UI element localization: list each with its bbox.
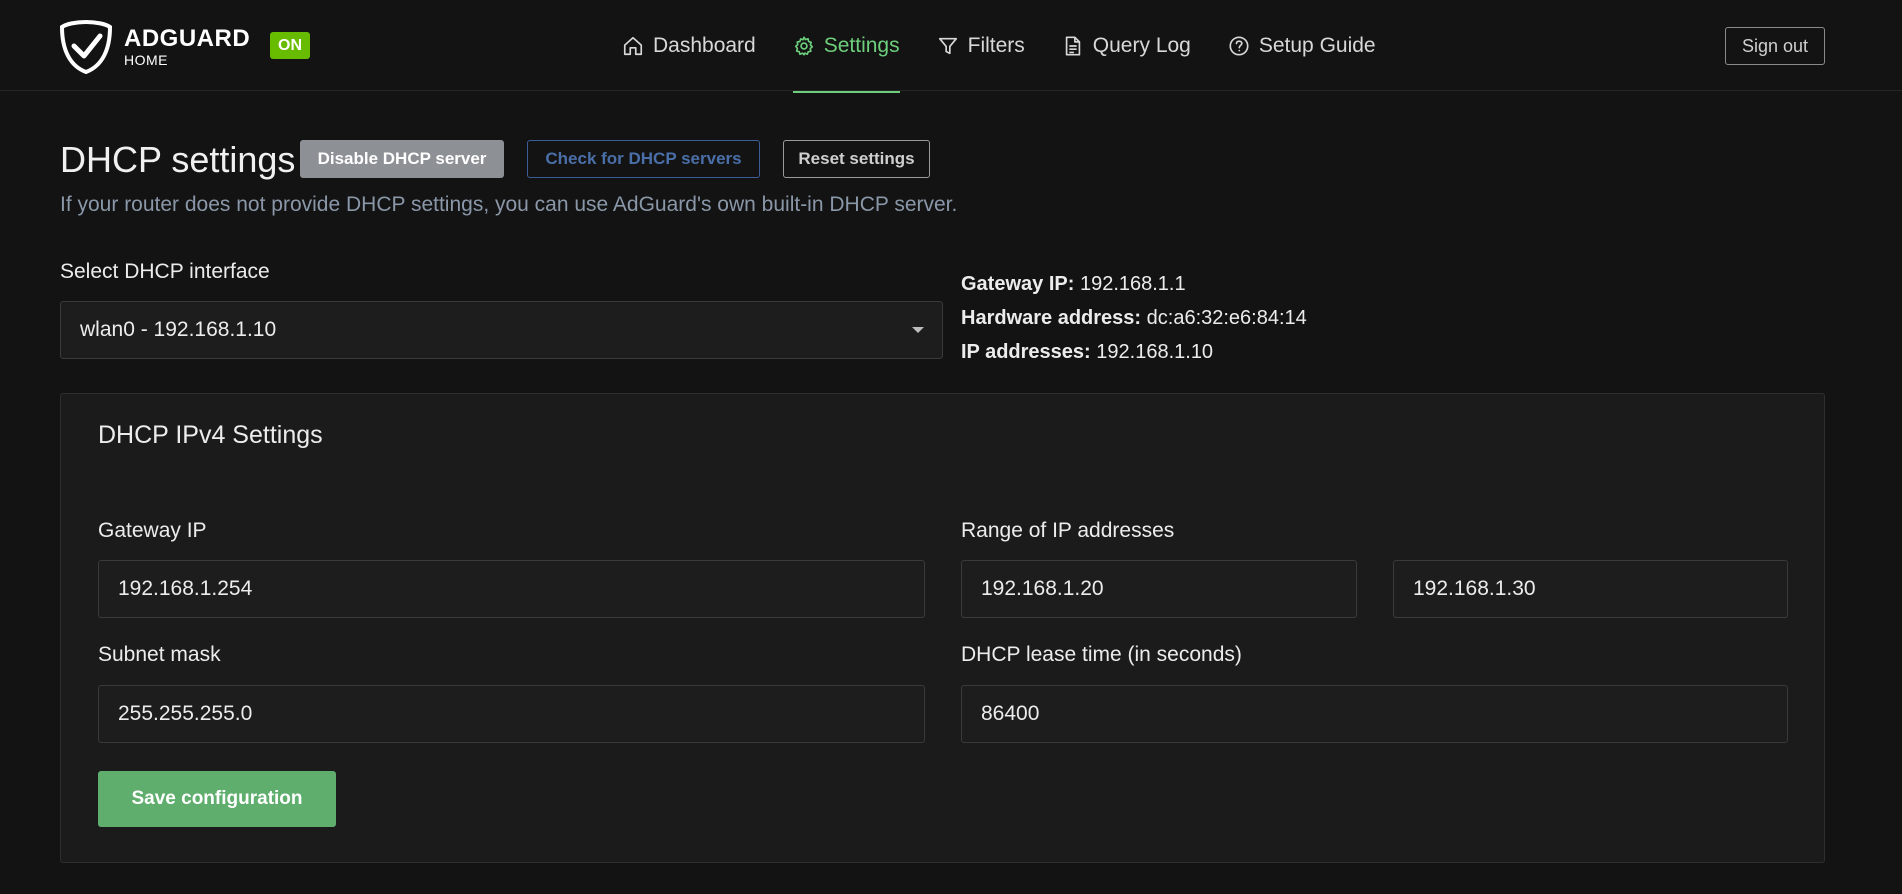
nav-filters[interactable]: Filters (937, 28, 1025, 64)
protection-status-badge: ON (270, 32, 310, 59)
nav-filters-label: Filters (967, 34, 1025, 57)
subnet-mask-input[interactable] (98, 685, 925, 743)
ip-addresses-info: IP addresses: 192.168.1.10 (961, 341, 1213, 364)
brand: ADGUARD HOME (124, 25, 251, 69)
nav-setup-guide[interactable]: Setup Guide (1228, 28, 1376, 64)
nav-settings-label: Settings (823, 34, 900, 57)
hardware-info-value: dc:a6:32:e6:84:14 (1146, 307, 1307, 329)
gear-icon (794, 36, 813, 56)
top-header: ADGUARD HOME ON Dashboard Settings Filte… (0, 0, 1902, 93)
page-title: DHCP settings (60, 139, 296, 180)
gateway-info: Gateway IP: 192.168.1.1 (961, 273, 1186, 296)
hardware-info-label: Hardware address: (961, 307, 1142, 329)
interface-select-label: Select DHCP interface (60, 260, 270, 283)
gateway-info-value: 192.168.1.1 (1079, 273, 1186, 295)
nav-dashboard-label: Dashboard (653, 34, 756, 57)
lease-time-label: DHCP lease time (in seconds) (961, 643, 1242, 666)
interface-select[interactable]: wlan0 - 192.168.1.10 (60, 301, 943, 359)
reset-settings-button[interactable]: Reset settings (783, 140, 930, 178)
ipv4-settings-title: DHCP IPv4 Settings (98, 421, 323, 449)
filter-icon (938, 37, 957, 55)
gateway-info-label: Gateway IP: (961, 273, 1075, 295)
range-start-input[interactable] (961, 560, 1357, 618)
check-dhcp-servers-button[interactable]: Check for DHCP servers (527, 140, 760, 178)
gateway-ip-label: Gateway IP (98, 519, 207, 542)
hardware-info: Hardware address: dc:a6:32:e6:84:14 (961, 307, 1307, 330)
home-icon (623, 36, 643, 56)
nav-setup-guide-label: Setup Guide (1258, 34, 1376, 57)
nav-query-log-label: Query Log (1092, 34, 1191, 57)
nav-dashboard[interactable]: Dashboard (622, 28, 756, 64)
interface-select-value: wlan0 - 192.168.1.10 (80, 318, 277, 341)
main-nav: Dashboard Settings Filters Query Log Set… (622, 28, 1413, 93)
disable-dhcp-button[interactable]: Disable DHCP server (300, 140, 504, 178)
ip-addresses-info-value: 192.168.1.10 (1096, 341, 1214, 363)
ip-addresses-info-label: IP addresses: (961, 341, 1091, 363)
nav-query-log[interactable]: Query Log (1062, 28, 1191, 64)
page-subtitle: If your router does not provide DHCP set… (60, 193, 958, 216)
help-circle-icon (1229, 36, 1249, 56)
lease-time-input[interactable] (961, 685, 1788, 743)
sign-out-button[interactable]: Sign out (1725, 27, 1825, 65)
ip-range-label: Range of IP addresses (961, 519, 1175, 542)
chevron-down-icon (912, 327, 924, 333)
document-icon (1065, 36, 1081, 56)
brand-subtitle: HOME (124, 52, 168, 68)
gateway-ip-input[interactable] (98, 560, 925, 618)
brand-name: ADGUARD (124, 25, 251, 52)
range-end-input[interactable] (1393, 560, 1788, 618)
adguard-shield-logo-icon (60, 20, 112, 74)
save-configuration-button[interactable]: Save configuration (98, 771, 336, 827)
nav-settings[interactable]: Settings (792, 28, 900, 93)
subnet-mask-label: Subnet mask (98, 643, 221, 666)
